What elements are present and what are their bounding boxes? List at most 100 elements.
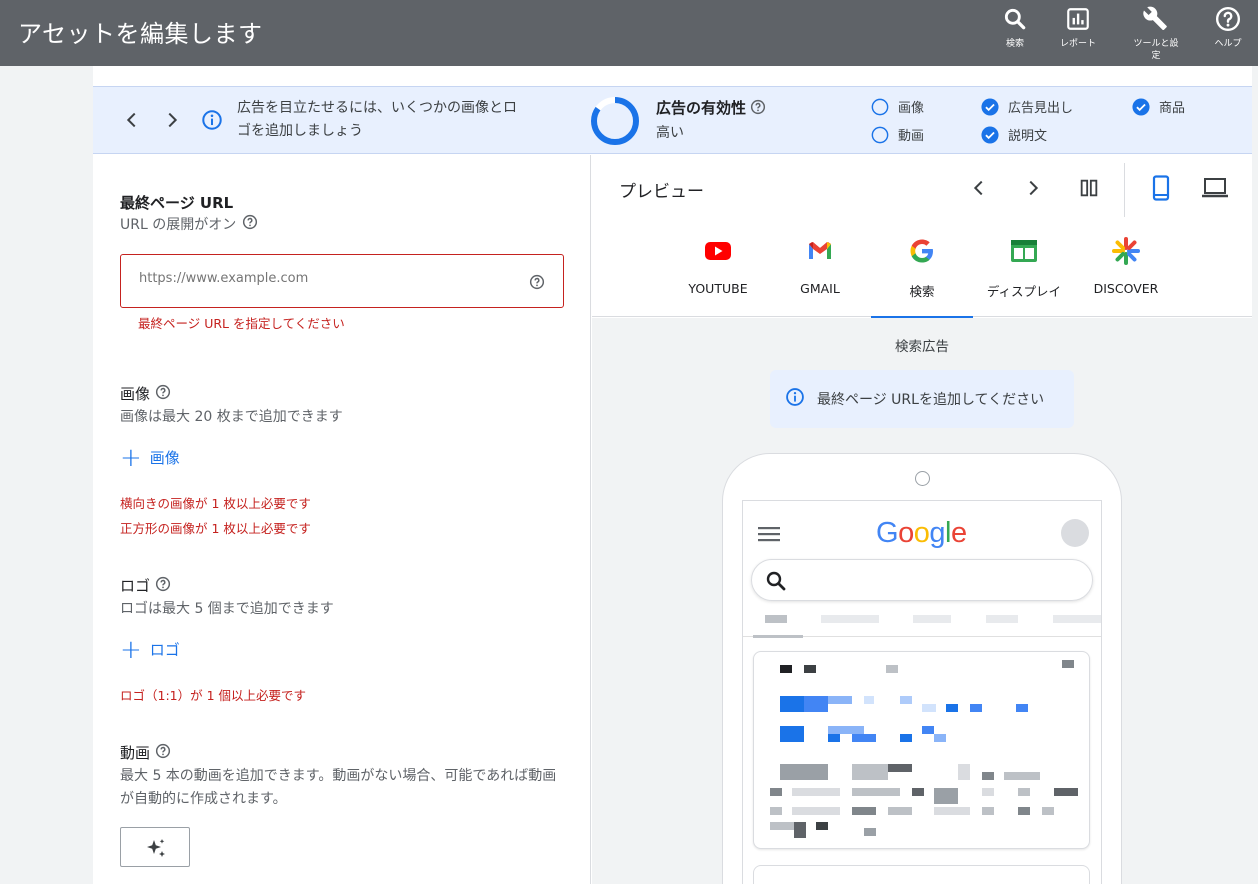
tab-gmail[interactable]: GMAIL <box>769 225 871 317</box>
tools-settings-button[interactable]: ツールと設定 <box>1124 6 1188 62</box>
placeholder-tab <box>765 615 787 623</box>
url-expansion-help-icon[interactable] <box>242 214 258 234</box>
skeleton-block <box>852 764 888 780</box>
help-icon <box>1215 6 1241 32</box>
laptop-icon <box>1202 178 1228 198</box>
videos-help-icon[interactable] <box>155 743 171 763</box>
image-square-error: 正方形の画像が 1 枚以上必要です <box>120 521 311 536</box>
skeleton-block <box>1054 788 1078 796</box>
skeleton-block <box>852 788 900 796</box>
checklist-products: 商品 <box>1132 97 1185 116</box>
skeleton-block <box>1062 660 1074 668</box>
logo-error: ロゴ（1:1）が 1 個以上必要です <box>120 688 307 703</box>
placeholder-tab <box>821 615 879 623</box>
add-image-button[interactable]: + 画像 <box>120 442 180 473</box>
skeleton-block <box>922 704 936 712</box>
plus-icon: + <box>120 634 142 665</box>
checklist-video: 動画 <box>871 125 924 144</box>
banner-next-button[interactable] <box>161 109 183 131</box>
split-view-button[interactable] <box>1078 177 1100 203</box>
skeleton-block <box>792 788 840 796</box>
checked-circle-icon <box>1132 97 1150 116</box>
search-icon <box>766 571 786 591</box>
mobile-view-button[interactable] <box>1149 175 1173 205</box>
help-tool-button[interactable]: ヘルプ <box>1196 6 1258 50</box>
skeleton-block <box>934 788 958 804</box>
skeleton-block <box>982 788 994 796</box>
wrench-icon <box>1143 6 1167 31</box>
skeleton-block <box>864 828 876 836</box>
placeholder-tab <box>913 615 951 623</box>
skeleton-block <box>886 665 898 673</box>
asset-form: 最終ページ URL URL の展開がオン 最終ページ URL を指定してください… <box>93 155 591 884</box>
preview-notice-text: 最終ページ URLを追加してください <box>817 392 1045 408</box>
unchecked-circle-icon <box>871 126 889 143</box>
placeholder-tab <box>986 615 1018 623</box>
skeleton-block <box>804 665 816 673</box>
skeleton-block <box>816 822 828 830</box>
tab-youtube[interactable]: YOUTUBE <box>667 225 769 317</box>
tab-youtube-label: YOUTUBE <box>688 281 748 296</box>
chevron-right-icon <box>168 112 178 128</box>
tab-discover[interactable]: DISCOVER <box>1075 225 1177 317</box>
chevron-left-icon <box>973 180 983 196</box>
final-url-help-icon[interactable] <box>529 274 545 294</box>
checklist-image: 画像 <box>871 97 924 116</box>
preview-prev-button[interactable] <box>968 177 990 203</box>
desktop-view-button[interactable] <box>1201 175 1229 205</box>
logos-title-text: ロゴ <box>120 577 151 595</box>
tab-search[interactable]: 検索 <box>871 225 973 318</box>
final-url-input[interactable] <box>139 271 509 286</box>
plus-icon: + <box>120 442 142 473</box>
tools-settings-label: ツールと設定 <box>1133 39 1179 61</box>
columns-icon <box>1080 179 1098 197</box>
checklist-descriptions-label: 説明文 <box>1008 129 1048 144</box>
help-tool-label: ヘルプ <box>1214 39 1242 49</box>
banner-prev-button[interactable] <box>121 109 143 131</box>
skeleton-block <box>934 734 946 742</box>
display-icon <box>1010 237 1038 269</box>
skeleton-block <box>770 788 782 796</box>
add-logo-label: ロゴ <box>149 641 180 659</box>
unchecked-circle-icon <box>871 98 889 115</box>
preview-next-button[interactable] <box>1022 177 1044 203</box>
videos-title: 動画 <box>120 742 171 763</box>
ad-type-label: 検索広告 <box>895 339 949 355</box>
images-help-icon[interactable] <box>155 384 171 404</box>
checklist-video-label: 動画 <box>898 129 925 144</box>
skeleton-block <box>1004 772 1040 780</box>
tab-discover-label: DISCOVER <box>1093 281 1159 296</box>
preview-title: プレビュー <box>619 182 704 202</box>
phone-search-box <box>751 559 1093 601</box>
skeleton-block <box>828 734 840 742</box>
gmail-icon <box>806 237 834 269</box>
final-url-title: 最終ページ URL <box>120 192 233 213</box>
effectiveness-help-icon[interactable] <box>750 99 766 119</box>
tab-display[interactable]: ディスプレイ <box>973 225 1075 317</box>
sparkle-icon <box>147 839 165 857</box>
add-logo-button[interactable]: + ロゴ <box>120 634 180 665</box>
ad-preview-card <box>753 651 1090 849</box>
preview-canvas: 検索広告 最終ページ URLを追加してください Google <box>592 318 1252 884</box>
banner-message: 広告を目立たせるには、いくつかの画像とロゴを追加しましょう <box>237 100 517 139</box>
images-subtitle: 画像は最大 20 枚まで追加できます <box>120 409 343 425</box>
logos-title: ロゴ <box>120 575 171 596</box>
placeholder-tab-indicator <box>753 635 803 638</box>
report-tool-button[interactable]: レポート <box>1046 6 1110 50</box>
skeleton-block <box>982 772 994 780</box>
images-title: 画像 <box>120 383 171 404</box>
checked-circle-icon <box>981 97 999 116</box>
skeleton-block <box>770 807 782 815</box>
phone-camera <box>915 471 930 486</box>
auto-create-video-button[interactable] <box>120 827 190 867</box>
smartphone-icon <box>1152 175 1170 201</box>
skeleton-block <box>770 822 794 830</box>
skeleton-block <box>852 807 876 815</box>
youtube-icon <box>704 237 732 269</box>
skeleton-block <box>792 807 840 815</box>
search-tool-button[interactable]: 検索 <box>983 6 1047 50</box>
phone-search-tabs <box>743 605 1101 638</box>
logos-help-icon[interactable] <box>155 576 171 596</box>
skeleton-block <box>900 734 912 742</box>
discover-icon <box>1112 237 1140 269</box>
